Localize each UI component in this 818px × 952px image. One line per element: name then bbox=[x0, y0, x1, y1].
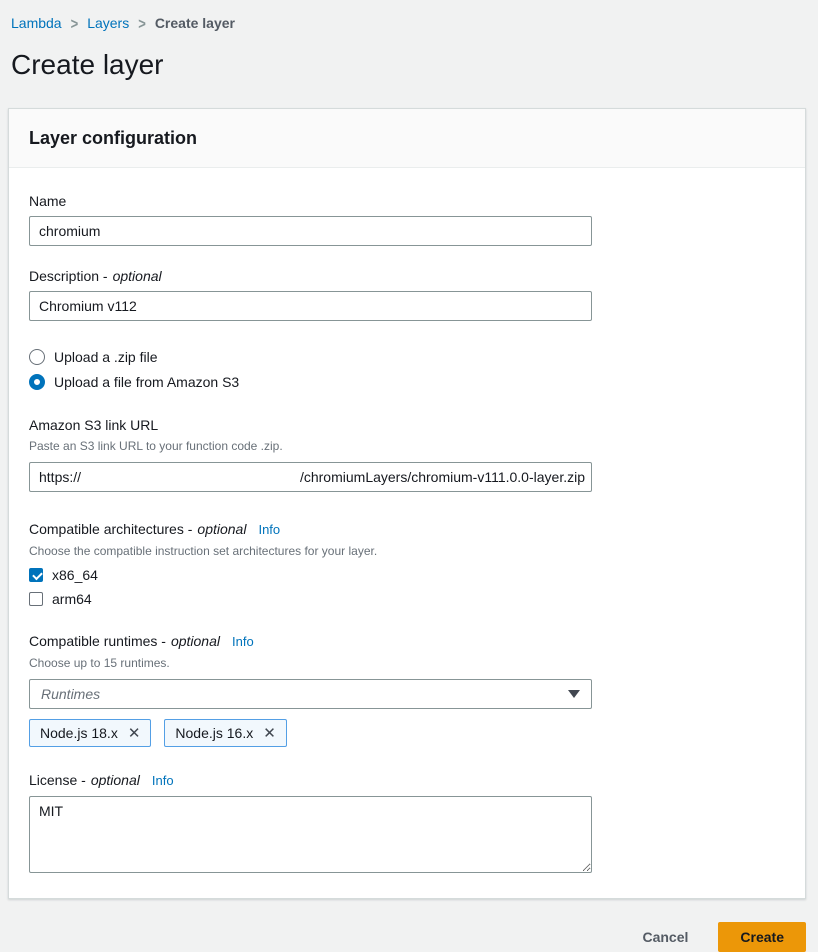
upload-zip-radio[interactable]: Upload a .zip file bbox=[29, 349, 785, 365]
architectures-label: Compatible architectures - optional Info bbox=[29, 520, 785, 539]
arm64-label: arm64 bbox=[52, 591, 92, 607]
s3-url-suffix: /chromiumLayers/chromium-v111.0.0-layer.… bbox=[300, 469, 585, 485]
x86-64-label: x86_64 bbox=[52, 567, 98, 583]
form-actions: Cancel Create bbox=[0, 922, 806, 952]
cancel-button[interactable]: Cancel bbox=[640, 925, 690, 949]
optional-suffix: optional bbox=[197, 520, 246, 538]
runtime-token-nodejs18: Node.js 18.x ✕ bbox=[29, 719, 151, 747]
runtime-tokens: Node.js 18.x ✕ Node.js 16.x ✕ bbox=[29, 719, 785, 747]
breadcrumb-separator-icon: > bbox=[71, 14, 79, 32]
runtimes-label: Compatible runtimes - optional Info bbox=[29, 632, 785, 651]
breadcrumb-link-lambda[interactable]: Lambda bbox=[11, 15, 62, 31]
name-field-group: Name bbox=[29, 192, 785, 246]
panel-title: Layer configuration bbox=[29, 127, 785, 149]
license-info-link[interactable]: Info bbox=[152, 772, 174, 790]
s3-url-prefix: https:// bbox=[39, 469, 81, 485]
token-label: Node.js 18.x bbox=[40, 725, 118, 741]
arm64-checkbox-row[interactable]: arm64 bbox=[29, 591, 785, 607]
license-textarea[interactable]: MIT bbox=[29, 796, 592, 873]
optional-suffix: optional bbox=[171, 632, 220, 650]
x86-64-checkbox-row[interactable]: x86_64 bbox=[29, 567, 785, 583]
s3-url-label: Amazon S3 link URL bbox=[29, 416, 785, 434]
license-label: License - optional Info bbox=[29, 771, 785, 790]
s3-url-hint: Paste an S3 link URL to your function co… bbox=[29, 438, 785, 454]
s3-url-field-group: Amazon S3 link URL Paste an S3 link URL … bbox=[29, 416, 785, 492]
checkbox-checked-icon[interactable] bbox=[29, 568, 43, 582]
dismiss-icon[interactable]: ✕ bbox=[263, 726, 276, 741]
description-label: Description - optional bbox=[29, 267, 785, 285]
radio-unselected-icon[interactable] bbox=[29, 349, 45, 365]
optional-suffix: optional bbox=[91, 771, 140, 789]
panel-body: Name Description - optional Upload a .zi… bbox=[9, 168, 805, 898]
architectures-info-link[interactable]: Info bbox=[258, 521, 280, 539]
create-button[interactable]: Create bbox=[718, 922, 806, 952]
runtimes-select[interactable]: Runtimes bbox=[29, 679, 592, 709]
token-label: Node.js 16.x bbox=[175, 725, 253, 741]
optional-suffix: optional bbox=[113, 267, 162, 285]
upload-zip-label: Upload a .zip file bbox=[54, 349, 158, 365]
upload-method-group: Upload a .zip file Upload a file from Am… bbox=[29, 349, 785, 390]
runtime-token-nodejs16: Node.js 16.x ✕ bbox=[164, 719, 286, 747]
architectures-field-group: Compatible architectures - optional Info… bbox=[29, 520, 785, 607]
license-field-group: License - optional Info MIT bbox=[29, 771, 785, 878]
breadcrumb: Lambda > Layers > Create layer bbox=[0, 0, 818, 31]
checkbox-unchecked-icon[interactable] bbox=[29, 592, 43, 606]
radio-selected-icon[interactable] bbox=[29, 374, 45, 390]
runtimes-info-link[interactable]: Info bbox=[232, 633, 254, 651]
runtimes-field-group: Compatible runtimes - optional Info Choo… bbox=[29, 632, 785, 747]
architectures-hint: Choose the compatible instruction set ar… bbox=[29, 543, 785, 559]
layer-configuration-panel: Layer configuration Name Description - o… bbox=[8, 108, 806, 899]
breadcrumb-separator-icon: > bbox=[138, 14, 146, 32]
runtimes-select-placeholder: Runtimes bbox=[41, 686, 100, 702]
name-input[interactable] bbox=[29, 216, 592, 246]
name-label: Name bbox=[29, 192, 785, 210]
page-title: Create layer bbox=[11, 48, 818, 82]
panel-header: Layer configuration bbox=[9, 109, 805, 168]
breadcrumb-link-layers[interactable]: Layers bbox=[87, 15, 129, 31]
upload-s3-label: Upload a file from Amazon S3 bbox=[54, 374, 239, 390]
caret-down-icon bbox=[568, 690, 580, 698]
breadcrumb-current: Create layer bbox=[155, 15, 235, 31]
description-field-group: Description - optional bbox=[29, 267, 785, 321]
description-input[interactable] bbox=[29, 291, 592, 321]
s3-url-input[interactable]: https:// /chromiumLayers/chromium-v111.0… bbox=[29, 462, 592, 492]
runtimes-hint: Choose up to 15 runtimes. bbox=[29, 655, 785, 671]
upload-s3-radio[interactable]: Upload a file from Amazon S3 bbox=[29, 374, 785, 390]
dismiss-icon[interactable]: ✕ bbox=[128, 726, 141, 741]
